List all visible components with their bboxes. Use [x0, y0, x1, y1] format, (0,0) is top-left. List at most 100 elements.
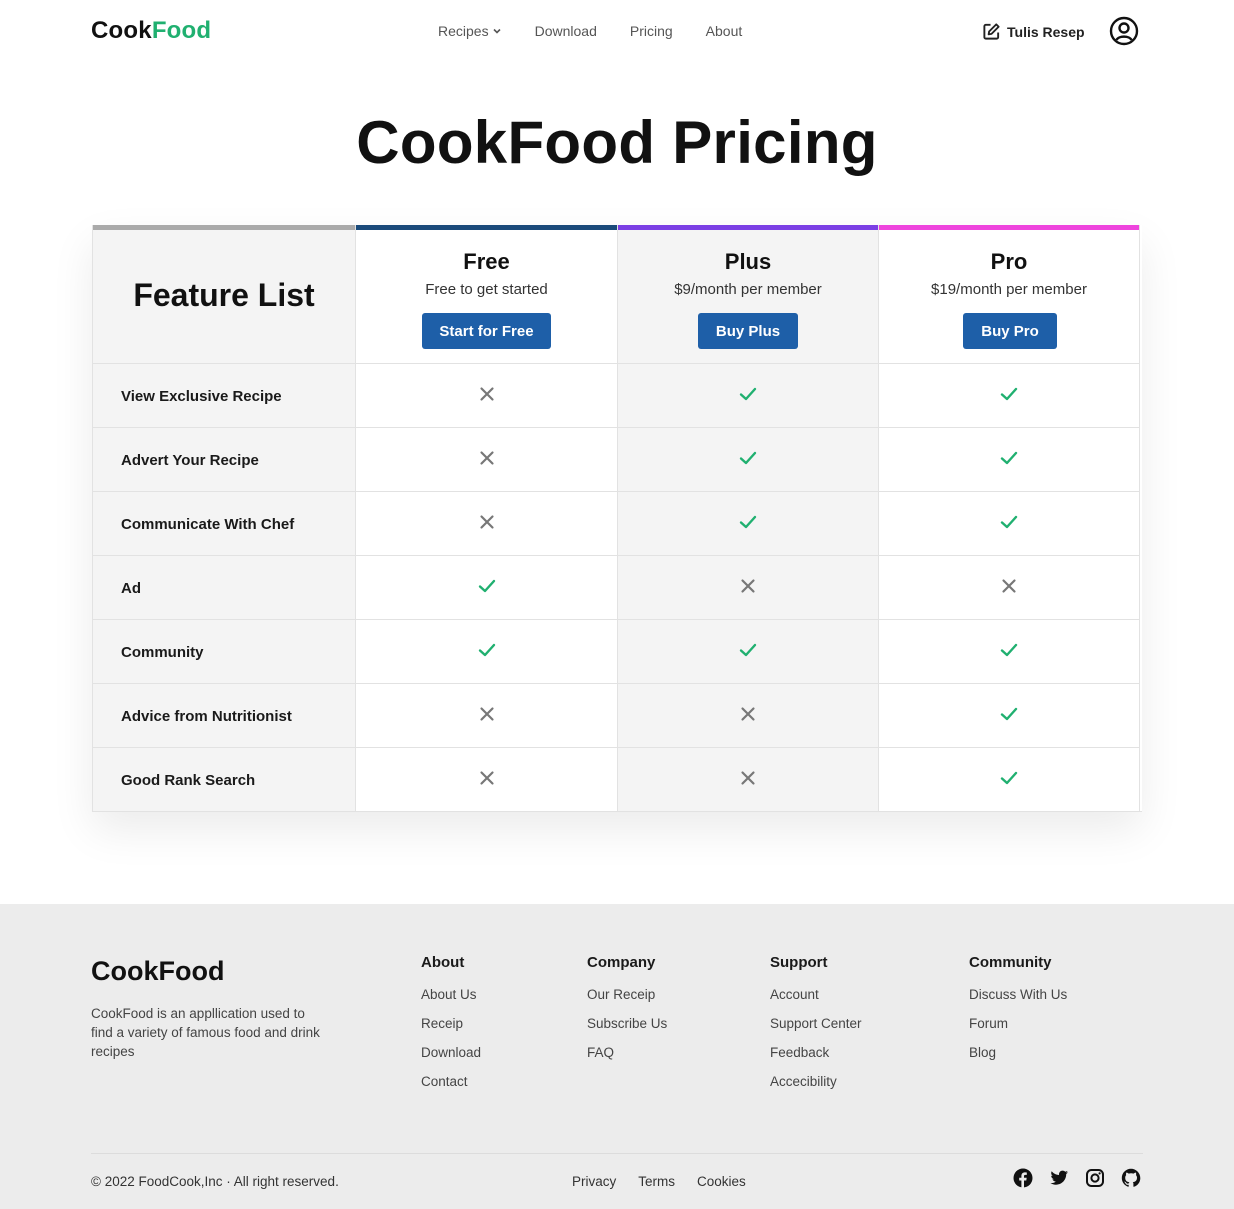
- table-row: [618, 747, 878, 811]
- chevron-down-icon: [493, 28, 501, 34]
- plan-rows: [618, 363, 878, 811]
- table-row: Good Rank Search: [93, 747, 355, 811]
- table-row: [618, 555, 878, 619]
- legal-links: Privacy Terms Cookies: [572, 1174, 746, 1189]
- table-row: [879, 427, 1139, 491]
- check-icon: [739, 515, 757, 529]
- table-row: [879, 747, 1139, 811]
- cross-icon: [479, 515, 494, 529]
- table-bottom-border: [92, 811, 1142, 812]
- start-free-button[interactable]: Start for Free: [422, 313, 551, 349]
- feature-label: Advice from Nutritionist: [121, 708, 292, 725]
- footer-link[interactable]: Account: [770, 987, 862, 1002]
- feature-label: Good Rank Search: [121, 772, 256, 789]
- footer-logo[interactable]: CookFood: [91, 956, 224, 987]
- footer-link[interactable]: Support Center: [770, 1016, 862, 1031]
- column-accent-bar: [618, 225, 878, 230]
- table-row: [356, 491, 617, 555]
- logo[interactable]: CookFood: [91, 17, 211, 45]
- check-icon: [739, 451, 757, 465]
- table-row: [618, 491, 878, 555]
- feature-label: Communicate With Chef: [121, 516, 295, 533]
- nav-about-label: About: [705, 23, 743, 39]
- table-row: Community: [93, 619, 355, 683]
- plan-name: Free: [463, 249, 510, 274]
- plan-column-pro: Pro $19/month per member Buy Pro: [878, 225, 1140, 812]
- table-row: [618, 683, 878, 747]
- footer-column-title: About: [421, 954, 465, 971]
- check-icon: [1000, 643, 1018, 657]
- table-row: [879, 491, 1139, 555]
- footer-description: CookFood is an appllication used to find…: [91, 1006, 320, 1059]
- footer-column-title: Community: [969, 954, 1052, 971]
- table-row: [356, 747, 617, 811]
- footer-column-support: Support Account Support Center Feedback …: [770, 954, 862, 1103]
- footer-link[interactable]: Our Receip: [587, 987, 667, 1002]
- buy-pro-button[interactable]: Buy Pro: [963, 313, 1057, 349]
- plan-column-free: Free Free to get started Start for Free: [355, 225, 617, 812]
- page-title: CookFood Pricing: [356, 109, 878, 176]
- footer-link[interactable]: About Us: [421, 987, 481, 1002]
- site-footer: CookFood CookFood is an appllication use…: [0, 904, 1234, 1209]
- buy-plus-button[interactable]: Buy Plus: [698, 313, 798, 349]
- main-nav: Recipes Download Pricing About: [438, 23, 742, 39]
- check-icon: [739, 387, 757, 401]
- footer-link[interactable]: Feedback: [770, 1045, 862, 1060]
- nav-recipes[interactable]: Recipes: [438, 23, 502, 39]
- footer-link[interactable]: Discuss With Us: [969, 987, 1067, 1002]
- check-icon: [1000, 451, 1018, 465]
- nav-download-label: Download: [534, 23, 597, 39]
- user-avatar-icon[interactable]: [1109, 16, 1139, 46]
- table-row: [356, 683, 617, 747]
- plan-price: $9/month per member: [674, 281, 822, 298]
- plan-price: $19/month per member: [931, 281, 1087, 298]
- check-icon: [1000, 515, 1018, 529]
- logo-text-cook: Cook: [91, 17, 152, 44]
- check-icon: [739, 643, 757, 657]
- footer-link[interactable]: Accecibility: [770, 1074, 862, 1089]
- table-row: [356, 363, 617, 427]
- cross-icon: [741, 579, 755, 593]
- footer-link[interactable]: Contact: [421, 1074, 481, 1089]
- instagram-icon[interactable]: [1085, 1168, 1105, 1188]
- check-icon: [1000, 707, 1018, 721]
- nav-about[interactable]: About: [706, 23, 743, 39]
- twitter-icon[interactable]: [1049, 1168, 1069, 1188]
- pricing-table: Feature List View Exclusive Recipe Adver…: [92, 225, 1142, 812]
- footer-link[interactable]: Forum: [969, 1016, 1067, 1031]
- plan-name: Pro: [990, 249, 1028, 274]
- footer-link[interactable]: Subscribe Us: [587, 1016, 667, 1031]
- footer-column-title: Company: [587, 954, 656, 971]
- feature-label: View Exclusive Recipe: [121, 388, 282, 405]
- github-icon[interactable]: [1121, 1168, 1141, 1188]
- table-row: [618, 363, 878, 427]
- cross-icon: [1002, 579, 1016, 593]
- feature-list-heading: Feature List: [133, 277, 315, 313]
- check-icon: [1000, 771, 1018, 785]
- footer-link[interactable]: Receip: [421, 1016, 481, 1031]
- table-row: View Exclusive Recipe: [93, 363, 355, 427]
- table-row: Advert Your Recipe: [93, 427, 355, 491]
- site-header: CookFood Recipes Download Pricing About …: [0, 0, 1234, 64]
- facebook-icon[interactable]: [1013, 1168, 1033, 1188]
- cross-icon: [479, 771, 494, 785]
- footer-link[interactable]: FAQ: [587, 1045, 667, 1060]
- cross-icon: [479, 707, 494, 721]
- table-row: [356, 427, 617, 491]
- nav-pricing-label: Pricing: [629, 23, 673, 39]
- table-row: [879, 363, 1139, 427]
- footer-divider: [91, 1153, 1143, 1154]
- table-row: Advice from Nutritionist: [93, 683, 355, 747]
- nav-pricing[interactable]: Pricing: [630, 23, 673, 39]
- terms-link[interactable]: Terms: [638, 1174, 675, 1189]
- table-row: [879, 555, 1139, 619]
- privacy-link[interactable]: Privacy: [572, 1174, 616, 1189]
- footer-link[interactable]: Download: [421, 1045, 481, 1060]
- footer-column-about: About About Us Receip Download Contact: [421, 954, 481, 1103]
- cookies-link[interactable]: Cookies: [697, 1174, 746, 1189]
- check-icon: [1000, 387, 1018, 401]
- write-recipe-button[interactable]: Tulis Resep: [982, 22, 1085, 41]
- nav-download[interactable]: Download: [535, 23, 597, 39]
- footer-link[interactable]: Blog: [969, 1045, 1067, 1060]
- column-accent-bar: [356, 225, 617, 230]
